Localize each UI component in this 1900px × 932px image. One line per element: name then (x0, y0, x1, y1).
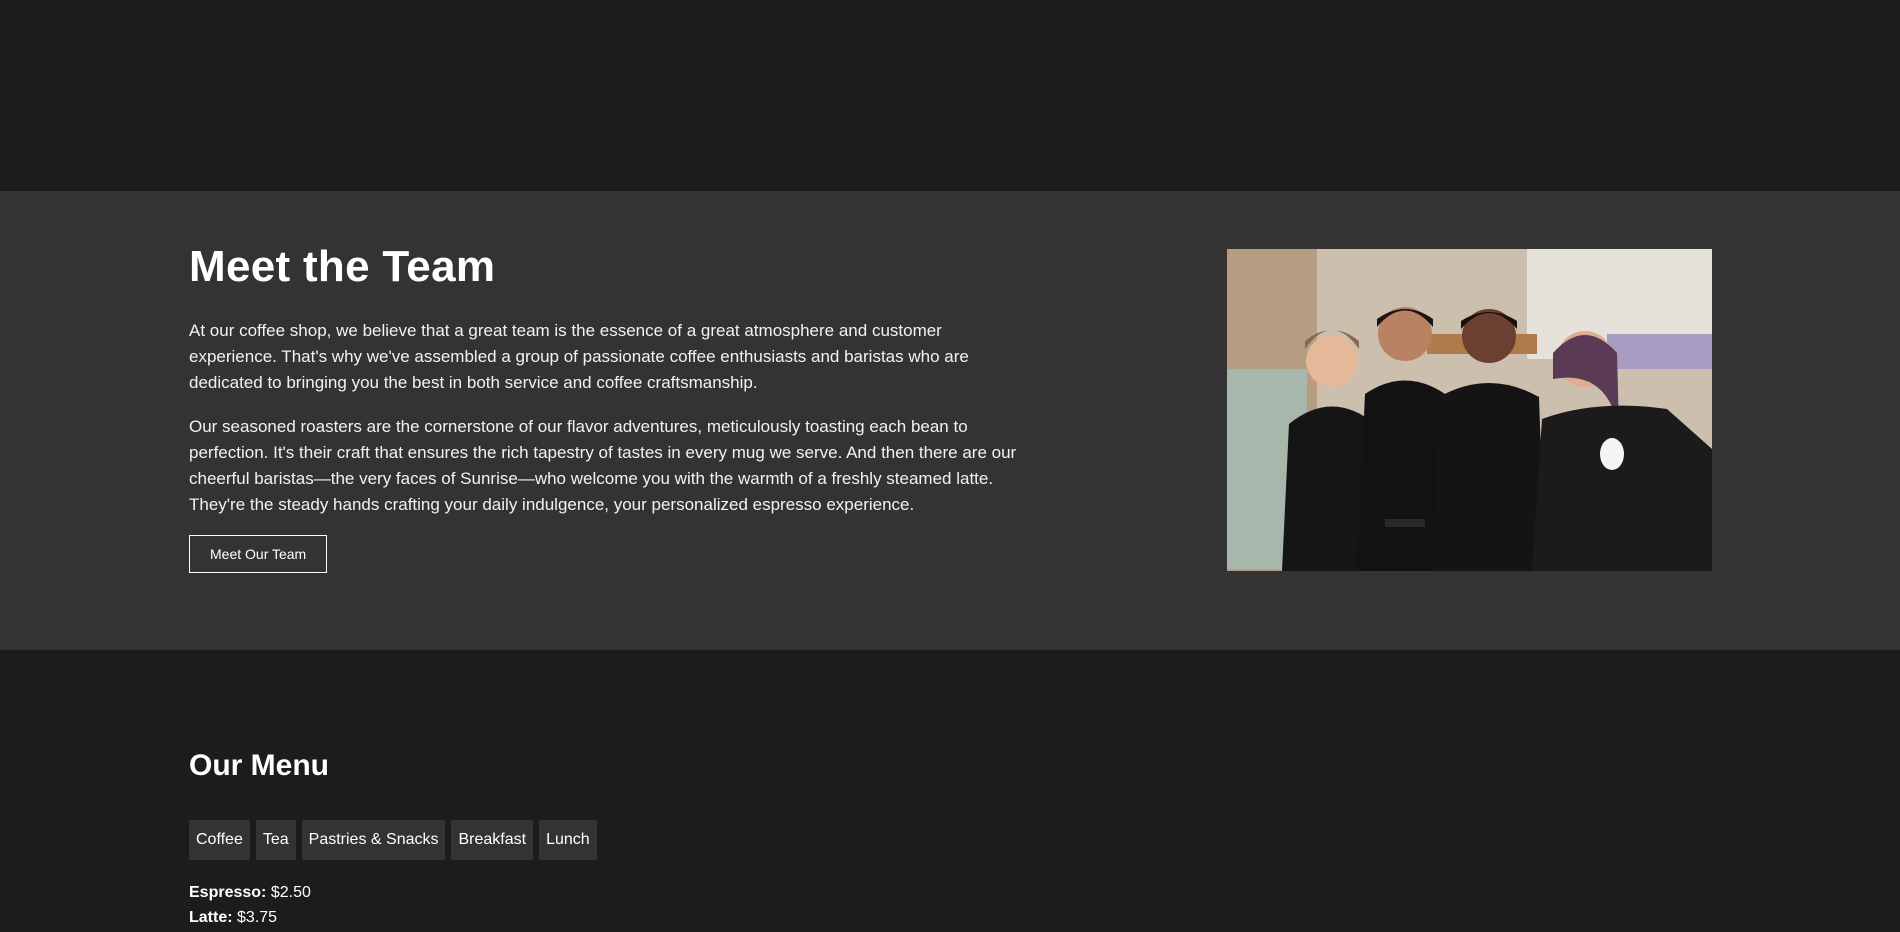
top-band (0, 0, 1900, 191)
menu-title: Our Menu (189, 749, 329, 782)
meet-our-team-button[interactable]: Meet Our Team (189, 534, 328, 573)
tab-breakfast[interactable]: Breakfast (451, 820, 534, 860)
tab-coffee[interactable]: Coffee (189, 820, 250, 860)
menu-tabs: Coffee Tea Pastries & Snacks Breakfast L… (189, 820, 597, 860)
tab-tea[interactable]: Tea (255, 820, 296, 860)
team-photo (1227, 249, 1712, 571)
menu-section: Our Menu Coffee Tea Pastries & Snacks Br… (0, 650, 1900, 932)
menu-item-name: Latte: (189, 909, 233, 926)
menu-items-list: Espresso: $2.50 Latte: $3.75 (189, 880, 311, 930)
team-text-block: Meet the Team At our coffee shop, we bel… (189, 241, 1019, 573)
menu-item: Latte: $3.75 (189, 905, 311, 930)
menu-item-name: Espresso: (189, 884, 267, 901)
team-paragraph-2: Our seasoned roasters are the cornerston… (189, 416, 1017, 514)
menu-item-price: $3.75 (237, 909, 278, 926)
team-section: Meet the Team At our coffee shop, we bel… (0, 191, 1900, 650)
tab-lunch[interactable]: Lunch (539, 820, 597, 860)
menu-item: Espresso: $2.50 (189, 880, 311, 905)
menu-item-price: $2.50 (270, 884, 311, 901)
team-paragraph-1: At our coffee shop, we believe that a gr… (189, 320, 969, 392)
team-title: Meet the Team (189, 242, 496, 291)
tab-pastries-snacks[interactable]: Pastries & Snacks (301, 820, 446, 860)
